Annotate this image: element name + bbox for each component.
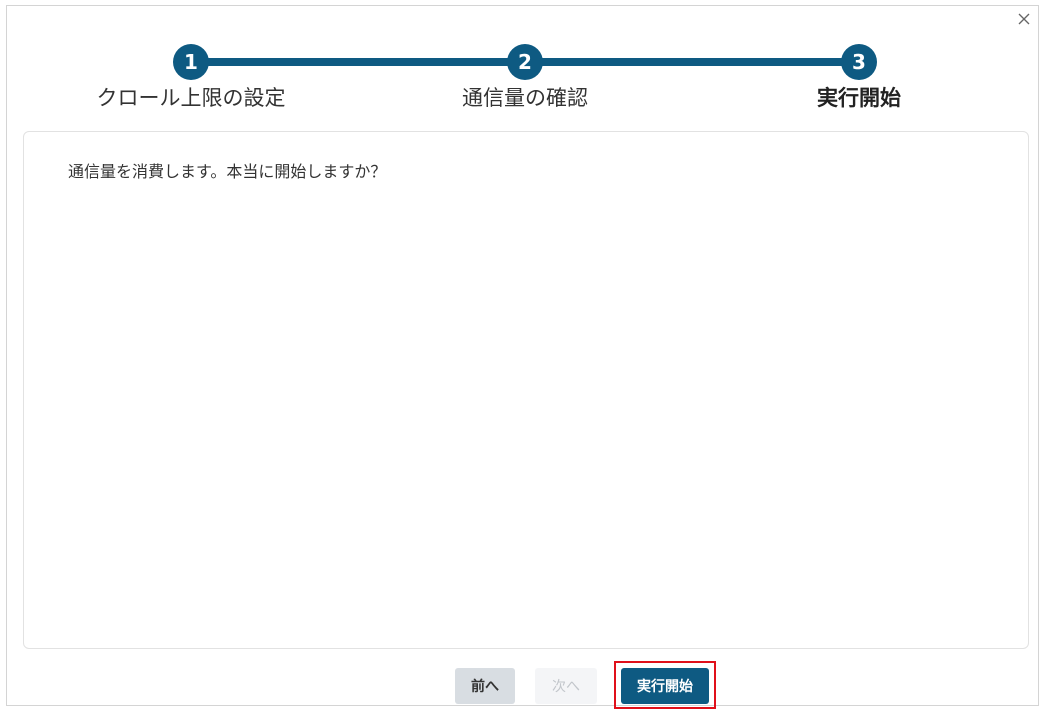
step-2-circle: 2	[507, 44, 543, 80]
step-2-label: 通信量の確認	[462, 86, 588, 110]
dialog-footer: 前へ 次へ 実行開始	[7, 661, 1038, 709]
step-1-label: クロール上限の設定	[96, 86, 286, 110]
prev-button[interactable]: 前へ	[455, 668, 515, 704]
step-1-circle: 1	[173, 44, 209, 80]
step-connector	[525, 58, 859, 66]
step-connector	[191, 58, 525, 66]
start-button[interactable]: 実行開始	[621, 668, 709, 704]
step-3-circle: 3	[841, 44, 877, 80]
confirmation-message: 通信量を消費します。本当に開始しますか？	[68, 162, 387, 181]
stepper: 1 2 3 クロール上限の設定 通信量の確認 実行開始	[7, 6, 1038, 126]
wizard-dialog: 1 2 3 クロール上限の設定 通信量の確認 実行開始 通信量を消費します。本当…	[6, 5, 1039, 709]
next-button[interactable]: 次へ	[535, 668, 597, 704]
step-3-label: 実行開始	[817, 86, 901, 110]
content-panel: 通信量を消費します。本当に開始しますか？	[23, 131, 1029, 649]
